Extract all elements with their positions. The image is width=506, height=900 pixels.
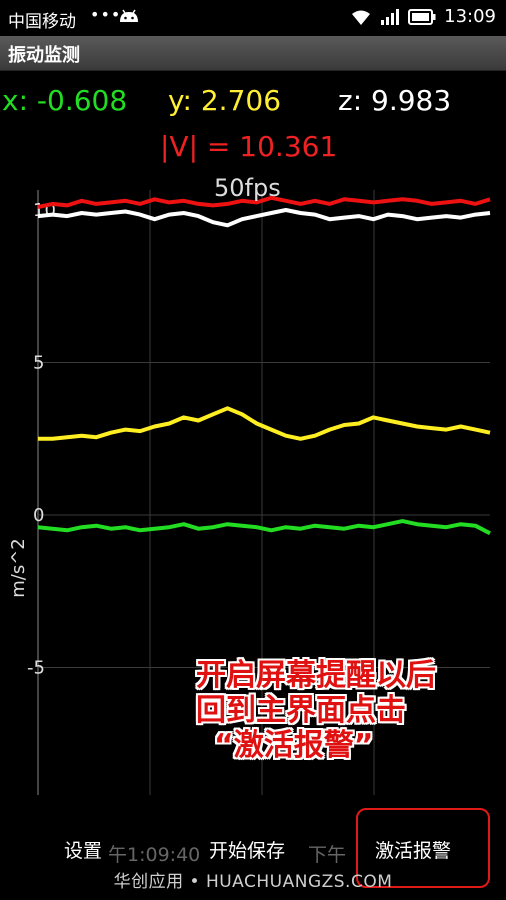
clock: 13:09 xyxy=(444,6,496,27)
y-axis-label: m/s^2 xyxy=(8,538,29,598)
battery-icon xyxy=(408,8,436,25)
z-readout: z: 9.983 xyxy=(338,84,452,117)
settings-button[interactable]: 设置 xyxy=(64,836,102,863)
status-bar: 中国移动 ••• 13:09 xyxy=(0,0,506,36)
x-readout: x: -0.608 xyxy=(2,84,128,117)
annotation-line-2: 回到主界面点击 xyxy=(196,693,406,728)
series-line-x-3 xyxy=(37,519,491,536)
app-title: 振动监测 xyxy=(8,45,80,66)
wifi-icon xyxy=(352,10,371,25)
android-icon xyxy=(120,9,138,22)
y-tick-label-1: 5 xyxy=(33,353,44,374)
instruction-annotation: 开启屏幕提醒以后 回到主界面点击 “激活报警” xyxy=(196,658,436,763)
ghost-timestamp-right: 下午 xyxy=(308,844,347,866)
signal-icon xyxy=(381,8,400,25)
annotation-line-1: 开启屏幕提醒以后 xyxy=(196,658,436,693)
y-tick-label-2: 0 xyxy=(33,505,44,526)
app-title-bar: 振动监测 xyxy=(0,36,506,71)
y-tick-label-3: -5 xyxy=(27,658,45,679)
y-readout: y: 2.706 xyxy=(168,84,282,117)
series-line-y-2 xyxy=(38,406,491,441)
carrier-label: 中国移动 xyxy=(8,12,76,32)
magnitude-readout: |V| = 10.361 xyxy=(160,130,338,163)
series-line-z-1 xyxy=(37,208,491,228)
annotation-line-3: “激活报警” xyxy=(214,728,374,763)
watermark: 华创应用 • HUACHUANGZS.COM xyxy=(113,872,393,892)
start-save-button[interactable]: 开始保存 xyxy=(209,836,285,863)
notification-dots: ••• xyxy=(90,5,122,24)
fps-label: 50fps xyxy=(214,174,281,202)
ghost-timestamp-left: 午1:09:40 xyxy=(108,844,201,866)
